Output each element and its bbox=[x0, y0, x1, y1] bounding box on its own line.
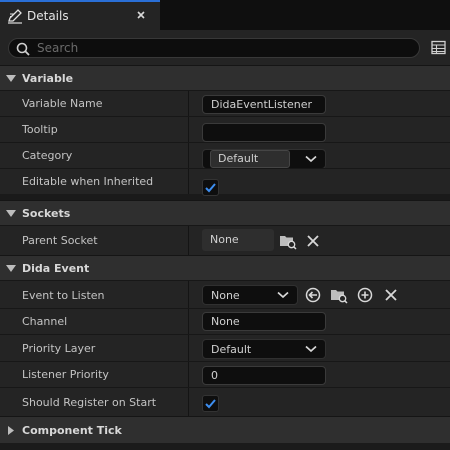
expanded-arrow-icon bbox=[6, 265, 16, 272]
prop-label: Editable when Inherited bbox=[22, 175, 154, 188]
details-pencil-icon bbox=[8, 9, 22, 24]
field-value: None bbox=[211, 315, 240, 328]
divider bbox=[188, 143, 189, 168]
priority-layer-dropdown[interactable]: Default bbox=[202, 339, 326, 359]
checkmark-icon bbox=[205, 399, 216, 409]
close-icon[interactable] bbox=[135, 9, 147, 21]
section-title: Dida Event bbox=[22, 262, 90, 275]
expanded-arrow-icon bbox=[6, 75, 16, 82]
field-value: Default bbox=[211, 343, 252, 356]
row-variable-name: Variable Name DidaEventListener bbox=[0, 90, 450, 116]
tab-details[interactable]: Details bbox=[0, 0, 160, 30]
add-circle-icon[interactable] bbox=[356, 286, 374, 304]
divider bbox=[188, 226, 189, 255]
clear-icon[interactable] bbox=[382, 286, 400, 304]
prop-label: Parent Socket bbox=[22, 234, 98, 247]
row-parent-socket: Parent Socket None bbox=[0, 225, 450, 255]
search-icon bbox=[16, 42, 30, 56]
prop-label: Should Register on Start bbox=[22, 396, 157, 409]
divider bbox=[188, 117, 189, 142]
tab-title: Details bbox=[27, 9, 69, 23]
prop-label: Category bbox=[22, 149, 73, 162]
clear-icon[interactable] bbox=[304, 232, 322, 250]
browse-folder-icon[interactable] bbox=[279, 232, 297, 250]
field-value: None bbox=[210, 233, 239, 246]
listener-priority-field[interactable]: 0 bbox=[202, 366, 326, 385]
field-value: Default bbox=[218, 152, 259, 165]
use-selected-icon[interactable] bbox=[304, 286, 322, 304]
section-variable[interactable]: Variable bbox=[0, 65, 450, 90]
field-value: DidaEventListener bbox=[211, 98, 313, 111]
parent-socket-value[interactable]: None bbox=[202, 229, 274, 251]
chevron-down-icon bbox=[305, 155, 317, 163]
channel-field[interactable]: None bbox=[202, 312, 326, 331]
section-title: Component Tick bbox=[22, 424, 122, 437]
table-icon[interactable] bbox=[431, 40, 446, 55]
variable-name-field[interactable]: DidaEventListener bbox=[202, 95, 326, 114]
chevron-down-icon bbox=[305, 345, 317, 353]
category-dropdown[interactable]: Default bbox=[202, 149, 326, 169]
checkmark-icon bbox=[205, 183, 216, 193]
divider bbox=[188, 281, 189, 308]
field-value: 0 bbox=[211, 369, 218, 382]
event-to-listen-dropdown[interactable]: None bbox=[202, 285, 298, 305]
chevron-down-icon bbox=[277, 291, 289, 299]
divider bbox=[188, 169, 189, 194]
browse-folder-icon[interactable] bbox=[330, 286, 348, 304]
collapsed-arrow-icon bbox=[8, 426, 14, 435]
section-component-tick[interactable]: Component Tick bbox=[0, 416, 450, 443]
row-event-to-listen: Event to Listen None bbox=[0, 280, 450, 308]
tooltip-field[interactable] bbox=[202, 123, 326, 142]
row-tooltip: Tooltip bbox=[0, 116, 450, 142]
divider bbox=[188, 309, 189, 334]
row-listener-priority: Listener Priority 0 bbox=[0, 361, 450, 387]
row-editable-inherited: Editable when Inherited bbox=[0, 168, 450, 196]
prop-label: Listener Priority bbox=[22, 368, 109, 381]
section-title: Variable bbox=[22, 72, 74, 85]
row-priority-layer: Priority Layer Default bbox=[0, 334, 450, 361]
divider bbox=[188, 335, 189, 361]
prop-label: Variable Name bbox=[22, 97, 103, 110]
expanded-arrow-icon bbox=[6, 210, 16, 217]
section-dida-event[interactable]: Dida Event bbox=[0, 255, 450, 280]
category-input[interactable]: Default bbox=[210, 150, 290, 168]
row-register-on-start: Should Register on Start bbox=[0, 387, 450, 416]
divider bbox=[188, 91, 189, 116]
tab-bar: Details bbox=[0, 0, 450, 30]
panel-footer bbox=[0, 443, 450, 450]
search-box[interactable] bbox=[8, 38, 420, 58]
row-channel: Channel None bbox=[0, 308, 450, 334]
search-row bbox=[0, 30, 450, 65]
row-category: Category Default bbox=[0, 142, 450, 169]
divider bbox=[188, 362, 189, 387]
divider bbox=[188, 388, 189, 416]
editable-inherited-checkbox[interactable] bbox=[202, 179, 219, 196]
register-on-start-checkbox[interactable] bbox=[202, 395, 219, 412]
prop-label: Channel bbox=[22, 315, 68, 328]
prop-label: Tooltip bbox=[22, 123, 58, 136]
section-title: Sockets bbox=[22, 207, 71, 220]
prop-label: Priority Layer bbox=[22, 342, 96, 355]
search-input[interactable] bbox=[37, 40, 407, 56]
field-value: None bbox=[211, 289, 240, 302]
prop-label: Event to Listen bbox=[22, 289, 105, 302]
section-sockets[interactable]: Sockets bbox=[0, 200, 450, 225]
